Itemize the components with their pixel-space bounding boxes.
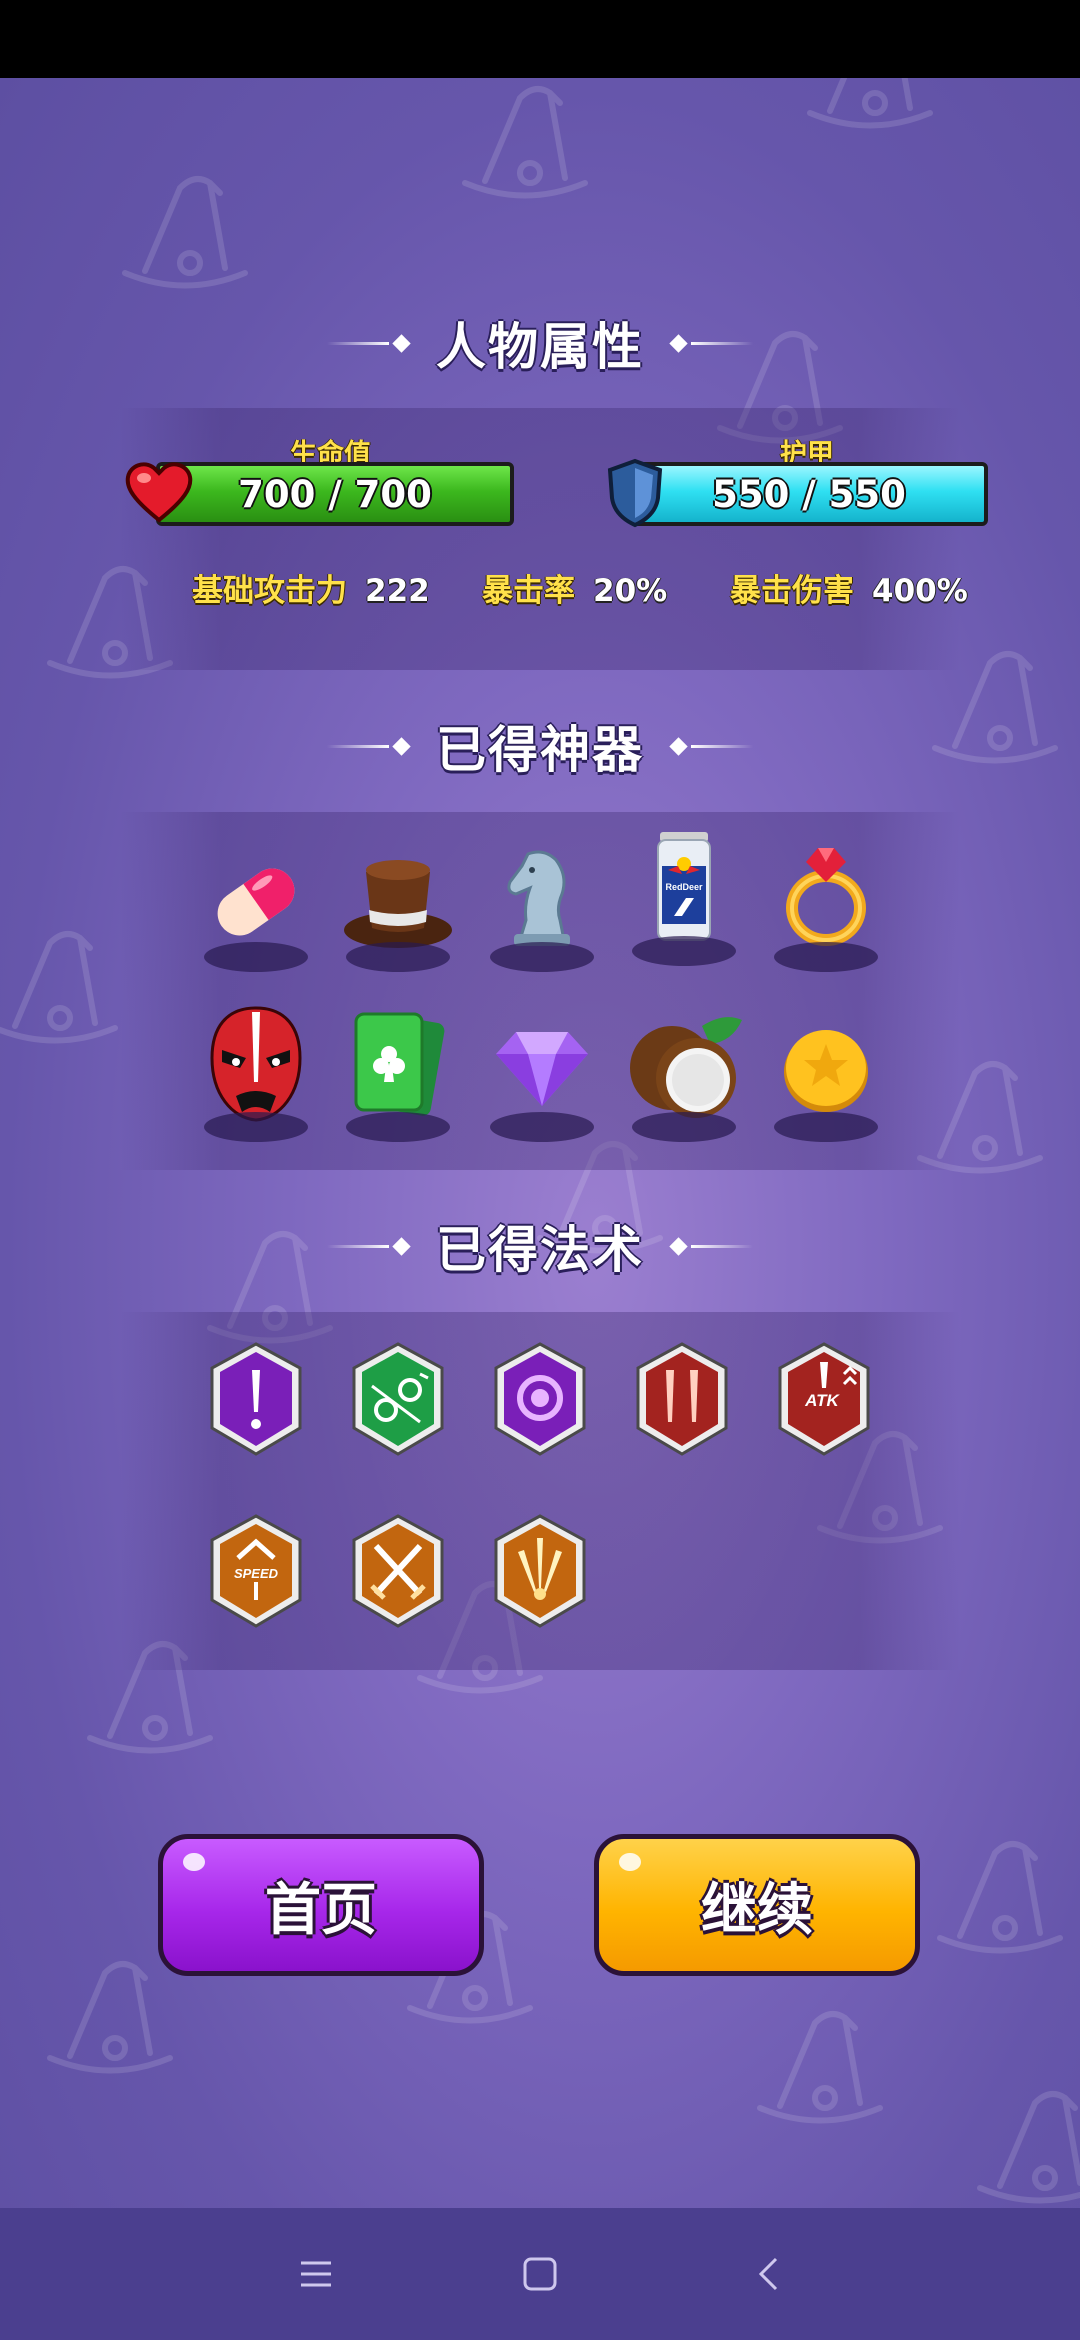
shield-icon: [607, 458, 663, 528]
artifact-energy-drink[interactable]: RedDeer: [624, 826, 744, 966]
stat-base-attack: 基础攻击力 222: [192, 565, 430, 610]
artifact-pill[interactable]: [196, 832, 316, 972]
triple-burst-spell-icon: [494, 1514, 586, 1628]
armor-bar: 550 / 550: [630, 462, 988, 526]
continue-button[interactable]: 继续: [594, 1834, 920, 1976]
attributes-title: 人物属性: [0, 303, 1080, 383]
artifacts-title: 已得神器: [0, 706, 1080, 786]
heart-icon: [125, 462, 193, 523]
stat-crit-damage-label: 暴击伤害: [730, 573, 854, 609]
artifact-gold-coin[interactable]: [766, 1002, 886, 1142]
status-bar: [0, 0, 1080, 78]
home-button[interactable]: 首页: [158, 1834, 484, 1976]
purple-orb-spell-icon: [494, 1342, 586, 1456]
hp-bar: 700 / 700: [156, 462, 514, 526]
stat-base-attack-value: 222: [365, 573, 430, 609]
menu-icon[interactable]: [286, 2246, 346, 2302]
stat-crit-rate: 暴击率 20%: [482, 565, 667, 610]
stat-base-attack-label: 基础攻击力: [192, 573, 347, 609]
stat-crit-damage: 暴击伤害 400%: [730, 565, 968, 610]
spell-atk-boost[interactable]: ATK: [776, 1340, 872, 1458]
artifact-ruby-ring[interactable]: [766, 832, 886, 972]
back-icon[interactable]: [738, 2246, 798, 2302]
exclamation-spell-icon: [210, 1342, 302, 1456]
spell-purple-orb[interactable]: [492, 1340, 588, 1458]
stat-crit-rate-value: 20%: [593, 573, 668, 609]
atk-text: ATK: [804, 1391, 840, 1410]
artifact-club-card[interactable]: [338, 1002, 458, 1142]
spell-twin-claws[interactable]: [634, 1340, 730, 1458]
twin-claws-spell-icon: [636, 1342, 728, 1456]
green-links-spell-icon: [352, 1342, 444, 1456]
spell-crossed-swords[interactable]: [350, 1512, 446, 1630]
home-nav-icon[interactable]: [510, 2246, 570, 2302]
energy-drink-label: RedDeer: [665, 882, 703, 892]
artifact-diamond[interactable]: [482, 1002, 602, 1142]
spell-triple-burst[interactable]: [492, 1512, 588, 1630]
atk-boost-spell-icon: ATK: [778, 1342, 870, 1456]
home-button-label: 首页: [265, 1877, 377, 1943]
spell-green-links[interactable]: [350, 1340, 446, 1458]
spells-title-text: 已得法术: [436, 1221, 644, 1279]
speed-text: SPEED: [234, 1566, 279, 1581]
crossed-swords-spell-icon: [352, 1514, 444, 1628]
system-nav-bar: [0, 2208, 1080, 2340]
attributes-title-text: 人物属性: [436, 318, 644, 376]
artifact-chess-knight[interactable]: [482, 832, 602, 972]
artifact-top-hat[interactable]: [338, 832, 458, 972]
artifacts-title-text: 已得神器: [436, 721, 644, 779]
artifact-opera-mask[interactable]: [196, 1002, 316, 1142]
attributes-panel: [120, 408, 960, 670]
armor-value: 550 / 550: [712, 472, 906, 516]
stat-crit-rate-label: 暴击率: [482, 573, 575, 609]
spells-title: 已得法术: [0, 1206, 1080, 1286]
hp-value: 700 / 700: [238, 472, 432, 516]
stat-crit-damage-value: 400%: [872, 573, 968, 609]
continue-button-label: 继续: [701, 1877, 813, 1943]
spell-speed-boost[interactable]: SPEED: [208, 1512, 304, 1630]
spell-exclamation[interactable]: [208, 1340, 304, 1458]
artifact-coconut[interactable]: [624, 1002, 744, 1142]
speed-boost-spell-icon: SPEED: [210, 1514, 302, 1628]
